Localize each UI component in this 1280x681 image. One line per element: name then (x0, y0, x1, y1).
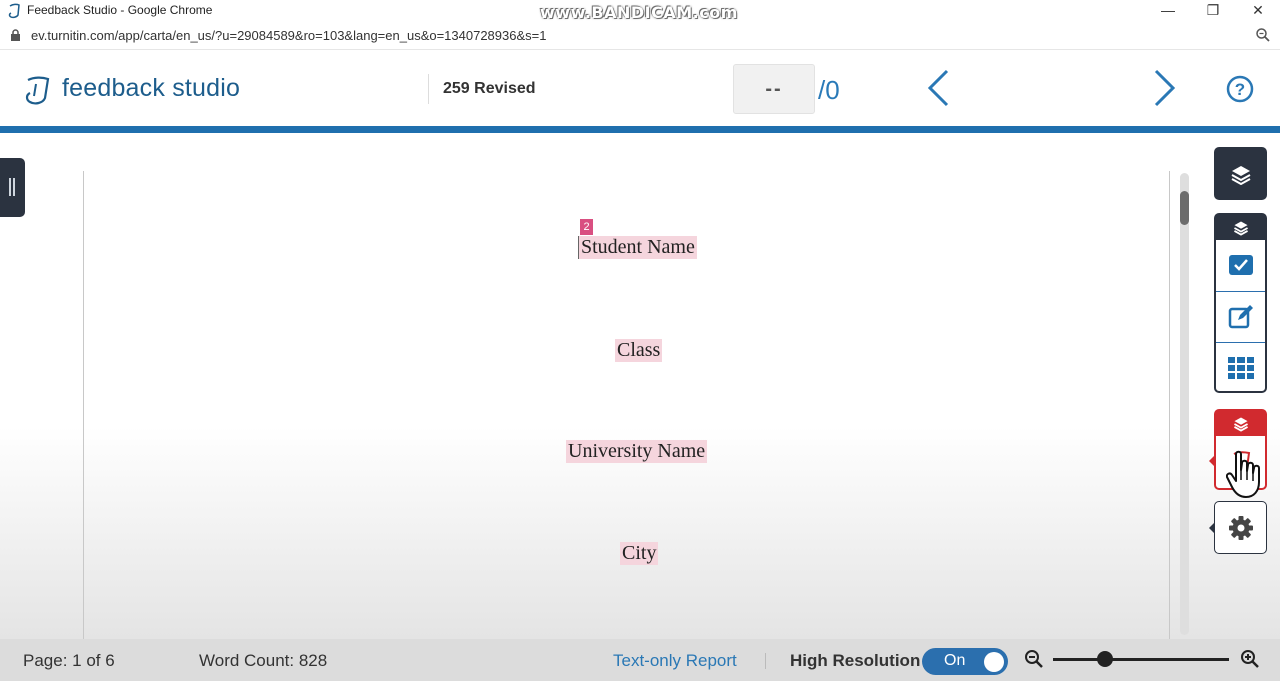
layers-icon (1233, 220, 1248, 236)
zoom-slider-handle[interactable] (1097, 651, 1113, 667)
document-line[interactable]: University Name (566, 440, 708, 463)
document-viewer[interactable]: 2 Student Name Class University Name Cit… (0, 133, 1280, 651)
brand-name: feedback studio (62, 74, 241, 102)
left-panel-toggle[interactable] (0, 158, 25, 217)
minimize-button[interactable]: — (1146, 0, 1190, 22)
app-header: feedback studio 259 Revised -- /0 ? (0, 50, 1280, 126)
document-line[interactable]: Class (615, 339, 663, 362)
feedback-studio-logo-icon (25, 76, 50, 105)
text-only-report-link[interactable]: Text-only Report (613, 651, 737, 671)
scrollbar-thumb[interactable] (1180, 191, 1189, 225)
similarity-total: /0 (818, 75, 840, 105)
turnitin-favicon-icon (8, 3, 20, 19)
page-indicator: Page: 1 of 6 (23, 651, 115, 670)
restore-button[interactable]: ❐ (1191, 0, 1235, 22)
high-resolution-label: High Resolution (790, 651, 921, 670)
document-line[interactable]: Student Name (578, 236, 697, 259)
zoom-out-icon[interactable] (1024, 649, 1044, 669)
settings-button[interactable] (1214, 501, 1267, 554)
layers-icon (1233, 416, 1248, 432)
svg-text:?: ? (1235, 80, 1245, 99)
chevron-right-icon[interactable] (1150, 68, 1180, 108)
header-divider (428, 74, 429, 104)
close-button[interactable]: ✕ (1236, 0, 1280, 22)
zoom-in-icon[interactable] (1240, 649, 1260, 669)
similarity-layer-header[interactable] (1216, 411, 1265, 436)
layers-button[interactable] (1214, 147, 1267, 200)
high-resolution-toggle[interactable]: On (922, 648, 1008, 675)
layers-icon (1231, 165, 1250, 185)
feedback-summary-button[interactable] (1216, 291, 1265, 342)
rubric-button[interactable] (1216, 342, 1265, 393)
grip-icon (9, 178, 15, 196)
grading-layer-header[interactable] (1216, 215, 1265, 240)
lock-icon (11, 29, 20, 41)
paper-title: 259 Revised (443, 80, 536, 97)
header-accent-line (0, 126, 1280, 133)
word-count: Word Count: 828 (199, 651, 328, 670)
url-text[interactable]: ev.turnitin.com/app/carta/en_us/?u=29084… (31, 28, 546, 43)
match-badge[interactable]: 2 (580, 219, 593, 235)
similarity-score[interactable]: -- (733, 64, 815, 114)
status-bar: Page: 1 of 6 Word Count: 828 Text-only R… (0, 639, 1280, 681)
window-title: Feedback Studio - Google Chrome (27, 3, 213, 17)
grading-tools-group (1214, 213, 1267, 393)
gear-icon (1228, 515, 1253, 540)
chevron-left-icon[interactable] (925, 68, 955, 108)
browser-titlebar: Feedback Studio - Google Chrome www.BAND… (0, 0, 1280, 22)
recording-watermark: www.BANDICAM.com (540, 3, 738, 22)
edit-icon (1228, 305, 1253, 329)
scrollbar[interactable] (1180, 173, 1189, 635)
checkmark-icon (1228, 255, 1253, 275)
zoom-slider[interactable] (1053, 658, 1229, 661)
quickmark-button[interactable] (1216, 240, 1265, 290)
hand-cursor-icon (1226, 450, 1260, 498)
toggle-knob (984, 652, 1004, 672)
grid-icon (1227, 357, 1254, 379)
help-icon[interactable]: ? (1226, 75, 1254, 103)
toggle-label: On (944, 652, 966, 669)
zoom-icon[interactable] (1255, 27, 1271, 43)
footer-divider (765, 653, 766, 669)
document-line[interactable]: City (620, 542, 659, 565)
address-bar[interactable]: ev.turnitin.com/app/carta/en_us/?u=29084… (0, 22, 1280, 50)
